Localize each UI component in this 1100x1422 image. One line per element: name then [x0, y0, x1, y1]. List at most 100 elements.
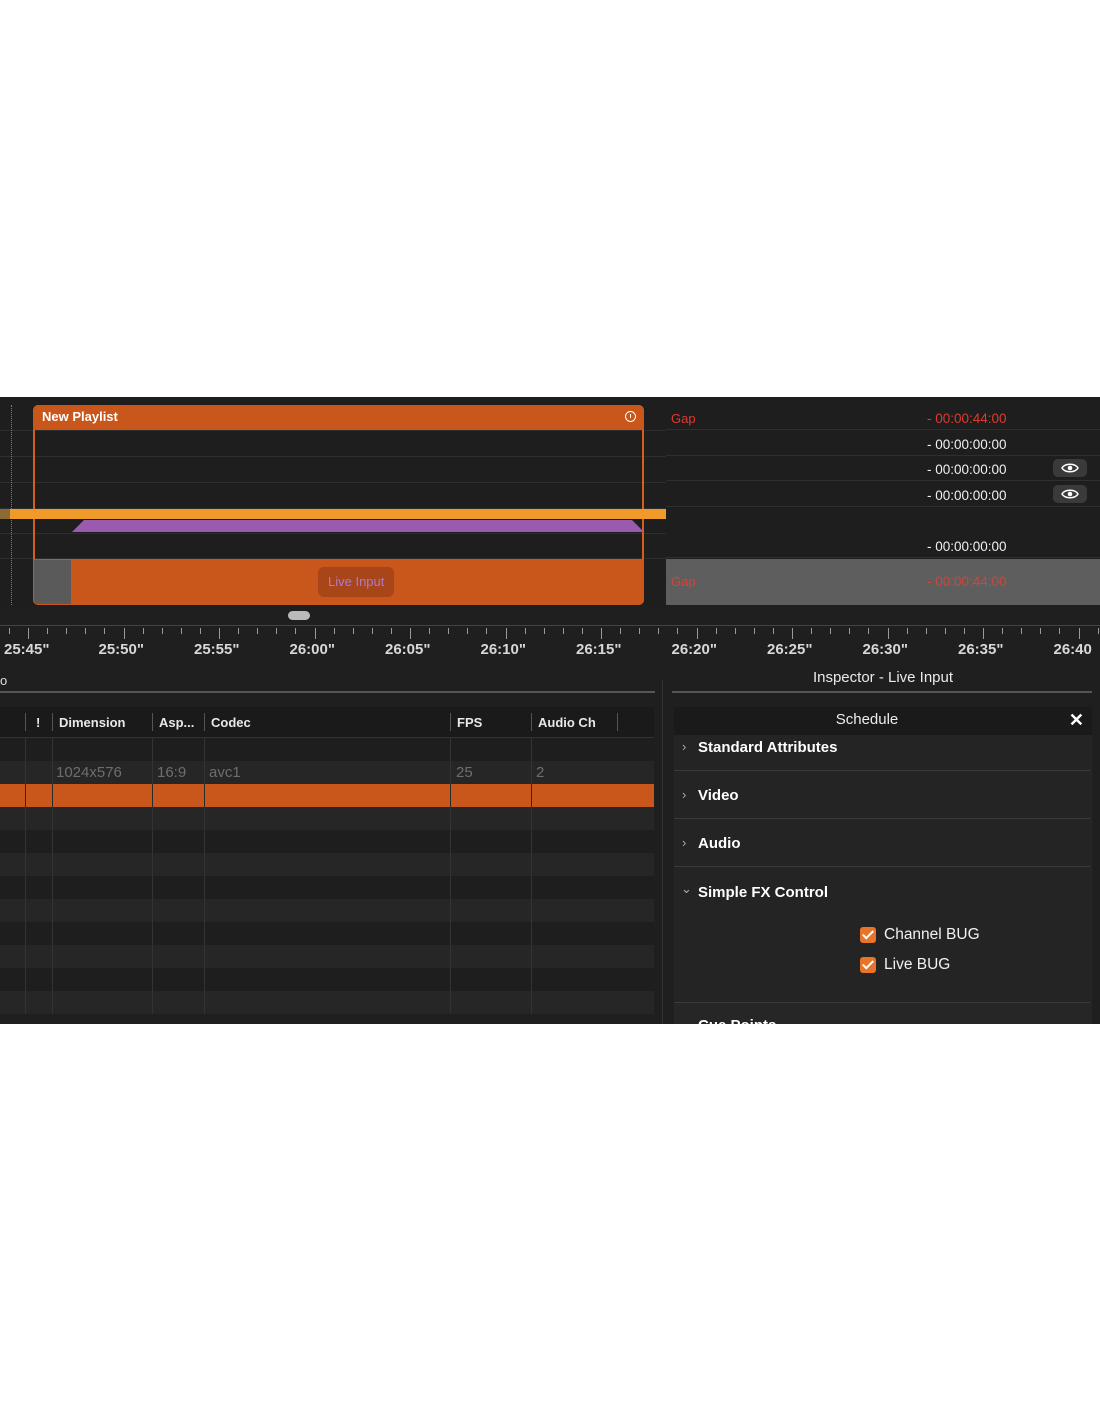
- column-header-codec[interactable]: Codec: [211, 715, 251, 730]
- ruler-minor-tick: [390, 628, 392, 634]
- cell-separator: [450, 784, 451, 807]
- cell-separator: [204, 968, 205, 991]
- section-audio[interactable]: › Audio: [674, 819, 1090, 867]
- chevron-right-icon[interactable]: ›: [682, 835, 686, 850]
- cell-separator: [152, 830, 153, 853]
- cell-separator: [531, 853, 532, 876]
- ruler-minor-tick: [429, 628, 431, 634]
- cell-dimension: 1024x576: [56, 764, 122, 781]
- table-row-selected[interactable]: [0, 784, 654, 807]
- ruler-major-tick: [1078, 628, 1080, 639]
- column-separator[interactable]: [617, 713, 618, 731]
- playlist-bar[interactable]: [0, 509, 666, 519]
- clip-label: Live Input: [318, 567, 395, 597]
- cell-separator: [52, 922, 53, 945]
- ruler-major-tick: [28, 628, 29, 639]
- inspector-underline: [672, 691, 1092, 693]
- column-separator[interactable]: [152, 713, 153, 731]
- column-header-fps[interactable]: FPS: [457, 715, 482, 730]
- cell-separator: [25, 853, 26, 876]
- time-ruler[interactable]: 25:45" 25:50" 25:55" 26:00" 26:05" 26:10" 26:1…: [0, 625, 1100, 670]
- table-row[interactable]: 1024x576 16:9 avc1 25 2: [0, 761, 654, 784]
- cell-aspect: 16:9: [157, 764, 187, 781]
- cell-separator: [531, 876, 532, 899]
- column-header-alert[interactable]: !: [36, 715, 40, 730]
- live-input-clip[interactable]: Live Input: [33, 559, 644, 605]
- cell-separator: [450, 922, 451, 945]
- cell-separator: [25, 876, 26, 899]
- cell-separator: [204, 922, 205, 945]
- ruler-time-label: 26:30": [862, 641, 908, 658]
- checkbox-checked[interactable]: [860, 957, 876, 973]
- playlist-title: New Playlist: [42, 409, 118, 424]
- ruler-time-label: 25:55": [194, 641, 240, 658]
- track-row[interactable]: [666, 508, 1100, 533]
- panel-divider[interactable]: [662, 680, 663, 1024]
- column-separator[interactable]: [531, 713, 532, 731]
- cell-separator: [531, 899, 532, 922]
- cell-separator: [531, 738, 532, 761]
- table-row[interactable]: [0, 922, 654, 945]
- cell-separator: [25, 738, 26, 761]
- ruler-time-label: 25:45": [4, 641, 50, 658]
- ruler-minor-tick: [811, 628, 813, 634]
- table-row[interactable]: [0, 807, 654, 830]
- track-row[interactable]: - 00:00:00:00: [666, 482, 1100, 507]
- chevron-down-icon[interactable]: ⌄: [681, 881, 692, 897]
- table-row[interactable]: [0, 991, 654, 1014]
- cell-separator: [152, 991, 153, 1014]
- transition-band[interactable]: [72, 520, 644, 532]
- section-title-partial[interactable]: Cue Points: [698, 1013, 776, 1024]
- close-icon[interactable]: ✕: [1069, 710, 1084, 731]
- track-row-selected[interactable]: Gap - 00:00:44:00: [666, 559, 1100, 605]
- table-row[interactable]: [0, 738, 654, 761]
- chevron-right-icon[interactable]: ›: [682, 787, 686, 802]
- column-header-audio-ch[interactable]: Audio Ch: [538, 715, 596, 730]
- ruler-minor-tick: [352, 628, 354, 634]
- clock-icon[interactable]: [625, 411, 636, 422]
- table-row[interactable]: [0, 830, 654, 853]
- column-separator[interactable]: [52, 713, 53, 731]
- cell-separator: [52, 738, 53, 761]
- media-table[interactable]: ! Dimension Asp... Codec FPS Audio Ch 10…: [0, 707, 654, 1024]
- section-video[interactable]: › Video: [674, 771, 1090, 819]
- ruler-minor-tick: [161, 628, 163, 634]
- checkbox-checked[interactable]: [860, 927, 876, 943]
- section-standard-attributes[interactable]: › Standard Attributes: [674, 735, 1090, 771]
- track-row[interactable]: - 00:00:00:00: [666, 533, 1100, 558]
- table-row[interactable]: [0, 945, 654, 968]
- ruler-minor-tick: [180, 628, 182, 634]
- table-row[interactable]: [0, 899, 654, 922]
- cell-separator: [450, 738, 451, 761]
- column-header-aspect[interactable]: Asp...: [159, 715, 194, 730]
- cell-separator: [450, 876, 451, 899]
- visibility-toggle[interactable]: [1053, 459, 1087, 477]
- column-separator[interactable]: [25, 713, 26, 731]
- timeline-scroll-handle[interactable]: [288, 611, 310, 620]
- ruler-minor-tick: [371, 628, 373, 634]
- chevron-right-icon[interactable]: ›: [682, 739, 686, 754]
- section-title: Simple FX Control: [698, 884, 829, 901]
- schedule-tab[interactable]: Schedule ✕: [674, 707, 1092, 735]
- track-row[interactable]: - 00:00:00:00: [666, 456, 1100, 481]
- visibility-toggle[interactable]: [1053, 485, 1087, 503]
- cell-separator: [450, 945, 451, 968]
- section-simple-fx-control[interactable]: ⌄ Simple FX Control Channel BUG Live BUG: [674, 867, 1090, 1003]
- table-row[interactable]: [0, 853, 654, 876]
- track-row[interactable]: Gap - 00:00:44:00: [666, 405, 1100, 430]
- timeline[interactable]: New Playlist Live Input: [0, 397, 666, 607]
- cell-separator: [204, 807, 205, 830]
- playlist-bar-handle[interactable]: [0, 509, 10, 519]
- playlist-header[interactable]: New Playlist: [33, 405, 644, 430]
- eye-icon: [1061, 463, 1079, 473]
- table-row[interactable]: [0, 968, 654, 991]
- table-row[interactable]: [0, 876, 654, 899]
- track-row[interactable]: - 00:00:00:00: [666, 431, 1100, 456]
- cell-separator: [52, 784, 53, 807]
- column-header-dimension[interactable]: Dimension: [59, 715, 125, 730]
- column-separator[interactable]: [204, 713, 205, 731]
- panel-title-fragment: o: [0, 673, 8, 688]
- cell-separator: [531, 922, 532, 945]
- column-separator[interactable]: [450, 713, 451, 731]
- cell-separator: [52, 876, 53, 899]
